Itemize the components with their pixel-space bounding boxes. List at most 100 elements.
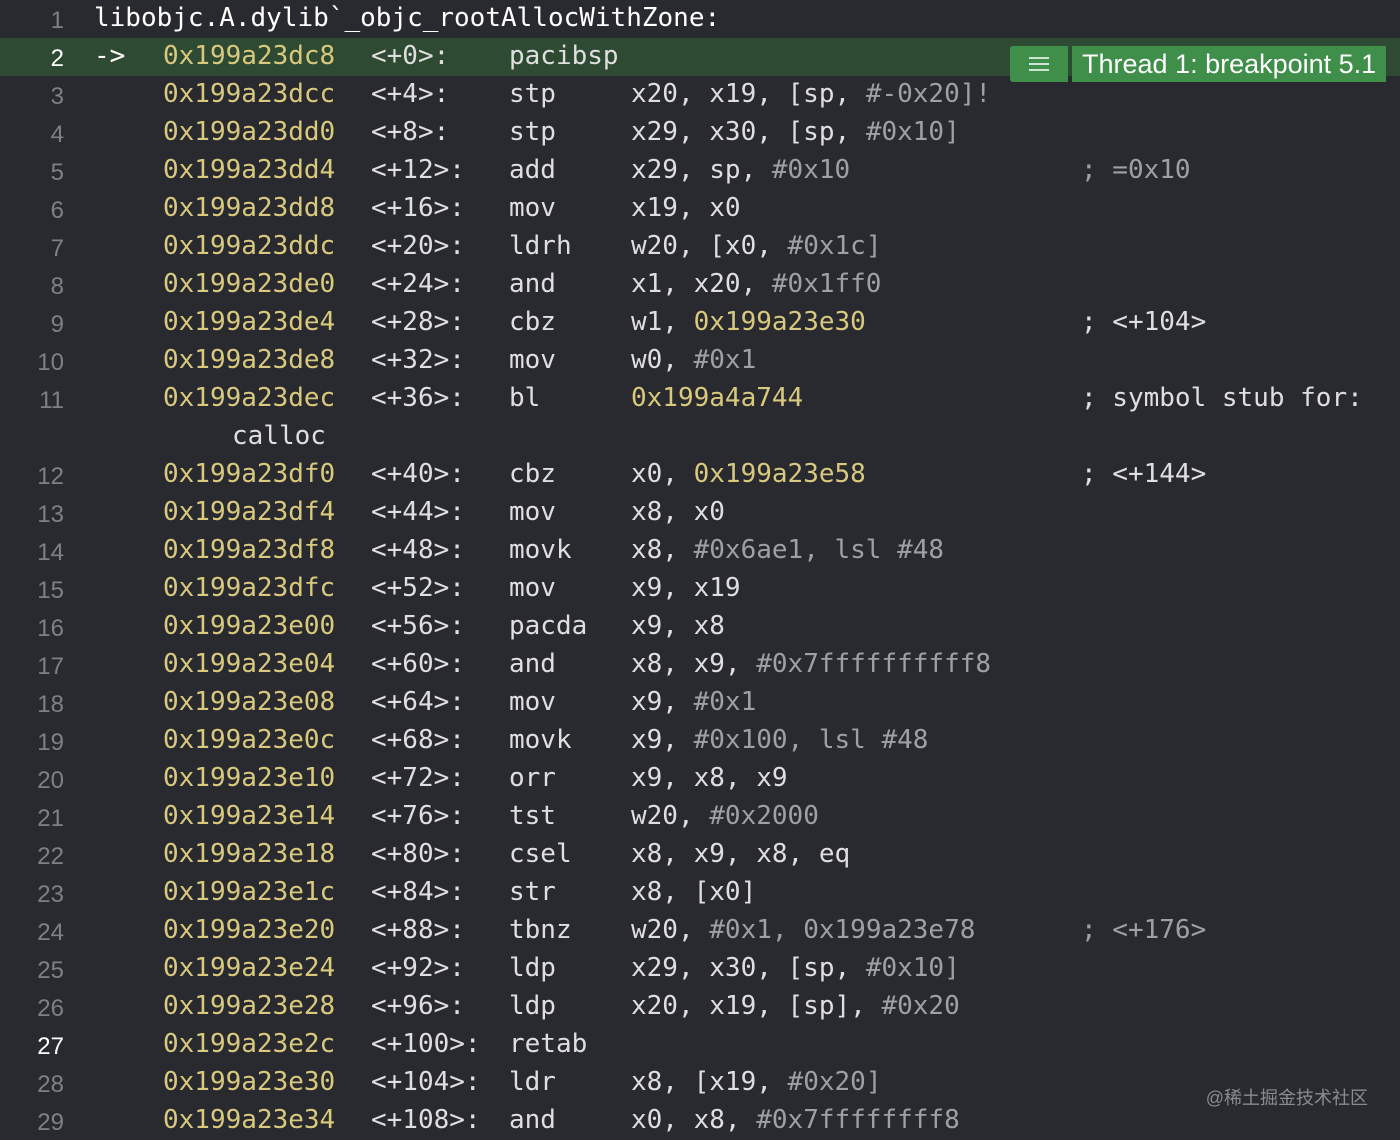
instruction-address: 0x199a23dcc: [163, 79, 336, 109]
instruction-comment: ; <+144>: [1081, 459, 1207, 489]
instruction-address: 0x199a23dd4: [163, 155, 336, 185]
instruction-line[interactable]: 27 0x199a23e2c <+100>: retab: [0, 1026, 1400, 1064]
instruction-address: 0x199a23dfc: [163, 573, 336, 603]
instruction-line[interactable]: 24 0x199a23e20 <+88>: tbnz w20, #0x1, 0x199a…: [0, 912, 1400, 950]
instruction-line[interactable]: 26 0x199a23e28 <+96>: ldp x20, x19, [sp], #0…: [0, 988, 1400, 1026]
instruction-line[interactable]: 10 0x199a23de8 <+32>: mov w0, #0x1: [0, 342, 1400, 380]
instruction-line[interactable]: 18 0x199a23e08 <+64>: mov x9, #0x1: [0, 684, 1400, 722]
instruction-line[interactable]: 16 0x199a23e00 <+56>: pacda x9, x8: [0, 608, 1400, 646]
instruction-offset: <+72>:: [371, 763, 465, 793]
instruction-address: 0x199a23dd0: [163, 117, 336, 147]
instruction-line[interactable]: 8 0x199a23de0 <+24>: and x1, x20, #0x1ff0: [0, 266, 1400, 304]
immediate-operand: #0x7ffffffff8: [756, 1105, 960, 1135]
instruction-line[interactable]: 14 0x199a23df8 <+48>: movk x8, #0x6ae1, lsl …: [0, 532, 1400, 570]
instruction-line[interactable]: 13 0x199a23df4 <+44>: mov x8, x0: [0, 494, 1400, 532]
instruction-line[interactable]: 15 0x199a23dfc <+52>: mov x9, x19: [0, 570, 1400, 608]
register-operand: x9, x8, x9: [631, 763, 788, 793]
instruction-offset: <+44>:: [371, 497, 465, 527]
instruction-mnemonic: movk: [509, 725, 572, 755]
instruction-line[interactable]: 6 0x199a23dd8 <+16>: mov x19, x0: [0, 190, 1400, 228]
instruction-operands: x9, x8: [631, 611, 725, 641]
instruction-line[interactable]: 29 0x199a23e34 <+108>: and x0, x8, #0x7fffff…: [0, 1102, 1400, 1140]
instruction-operands: x20, x19, [sp], #0x20: [631, 991, 960, 1021]
breakpoint-badge[interactable]: Thread 1: breakpoint 5.1: [1010, 46, 1387, 82]
instruction-address: 0x199a23df0: [163, 459, 336, 489]
instruction-mnemonic: mov: [509, 497, 556, 527]
branch-target[interactable]: 0x199a23e58: [694, 459, 866, 489]
instruction-offset: <+48>:: [371, 535, 465, 565]
instruction-operands: x9, x8, x9: [631, 763, 788, 793]
instruction-line[interactable]: 21 0x199a23e14 <+76>: tst w20, #0x2000: [0, 798, 1400, 836]
instruction-address: 0x199a23e00: [163, 611, 336, 641]
instruction-offset: <+76>:: [371, 801, 465, 831]
register-operand: x19, x0: [631, 193, 741, 223]
instruction-line[interactable]: 23 0x199a23e1c <+84>: str x8, [x0]: [0, 874, 1400, 912]
breakpoint-label[interactable]: Thread 1: breakpoint 5.1: [1072, 46, 1387, 82]
instruction-comment: ; <+104>: [1081, 307, 1207, 337]
instruction-address: 0x199a23e14: [163, 801, 336, 831]
register-operand: x8,: [631, 535, 694, 565]
branch-target[interactable]: 0x199a4a744: [631, 383, 803, 413]
register-operand: x8, [x0]: [631, 877, 757, 907]
instruction-address: 0x199a23e20: [163, 915, 336, 945]
instruction-offset: <+104>:: [371, 1067, 481, 1097]
instruction-mnemonic: ldp: [509, 991, 556, 1021]
immediate-operand: #0x1ff0: [771, 269, 882, 299]
instruction-line[interactable]: 17 0x199a23e04 <+60>: and x8, x9, #0x7ffffff…: [0, 646, 1400, 684]
symbol-header-line[interactable]: 1 libobjc.A.dylib`_objc_rootAllocWithZon…: [0, 0, 1400, 38]
immediate-operand: #0x100, lsl #48: [693, 725, 929, 755]
instruction-offset: <+8>:: [371, 117, 450, 147]
instruction-line[interactable]: 9 0x199a23de4 <+28>: cbz w1, 0x199a23e30 ; <+…: [0, 304, 1400, 342]
immediate-operand: #0x6ae1, lsl #48: [693, 535, 945, 565]
instruction-operands: x0, 0x199a23e58: [631, 459, 866, 489]
line-number: 24: [37, 919, 64, 946]
register-operand: x8, x9,: [631, 649, 757, 679]
instruction-line[interactable]: 22 0x199a23e18 <+80>: csel x8, x9, x8, eq: [0, 836, 1400, 874]
line-number: 25: [37, 957, 64, 984]
instruction-line[interactable]: 4 0x199a23dd0 <+8>: stp x29, x30, [sp, #0x10…: [0, 114, 1400, 152]
instruction-operands: x8, #0x6ae1, lsl #48: [631, 535, 944, 565]
instruction-line[interactable]: 12 0x199a23df0 <+40>: cbz x0, 0x199a23e58 ; <…: [0, 456, 1400, 494]
branch-target[interactable]: 0x199a23e30: [694, 307, 866, 337]
instruction-mnemonic: orr: [509, 763, 556, 793]
register-operand: x29, x30, [sp,: [631, 117, 866, 147]
instruction-mnemonic: cbz: [509, 459, 556, 489]
instruction-operands: 0x199a4a744: [631, 383, 803, 413]
instruction-address: 0x199a23e24: [163, 953, 336, 983]
instruction-mnemonic: csel: [509, 839, 572, 869]
instruction-operands: x8, x0: [631, 497, 725, 527]
immediate-operand: #0x20]: [787, 1067, 882, 1097]
instruction-operands: x8, [x0]: [631, 877, 756, 907]
immediate-operand: #0x10: [771, 155, 851, 185]
instruction-address: 0x199a23dd8: [163, 193, 336, 223]
instruction-line[interactable]: 25 0x199a23e24 <+92>: ldp x29, x30, [sp, #0x…: [0, 950, 1400, 988]
instruction-mnemonic: ldr: [509, 1067, 556, 1097]
instruction-address: 0x199a23e10: [163, 763, 336, 793]
immediate-operand: #0x1: [693, 687, 757, 717]
instruction-offset: <+92>:: [371, 953, 465, 983]
instruction-address: 0x199a23df4: [163, 497, 336, 527]
instruction-line[interactable]: 5 0x199a23dd4 <+12>: add x29, sp, #0x10 ; =0x…: [0, 152, 1400, 190]
instruction-mnemonic: stp: [509, 117, 556, 147]
instruction-offset: <+100>:: [371, 1029, 481, 1059]
register-operand: x20, x19, [sp,: [631, 79, 866, 109]
instruction-mnemonic: tbnz: [509, 915, 572, 945]
instruction-line[interactable]: 19 0x199a23e0c <+68>: movk x9, #0x100, lsl #…: [0, 722, 1400, 760]
instruction-offset: <+0>:: [371, 41, 450, 71]
instruction-mnemonic: str: [509, 877, 556, 907]
line-number: 15: [37, 577, 64, 604]
instruction-operands: w1, 0x199a23e30: [631, 307, 866, 337]
instruction-line[interactable]: 28 0x199a23e30 <+104>: ldr x8, [x19, #0x20]: [0, 1064, 1400, 1102]
instruction-address: 0x199a23e08: [163, 687, 336, 717]
instruction-offset: <+88>:: [371, 915, 465, 945]
register-operand: x29, x30, [sp,: [631, 953, 866, 983]
immediate-operand: #0x2000: [709, 801, 819, 831]
instruction-line[interactable]: 7 0x199a23ddc <+20>: ldrh w20, [x0, #0x1c]: [0, 228, 1400, 266]
instruction-address: 0x199a23e30: [163, 1067, 336, 1097]
instruction-address: 0x199a23e0c: [163, 725, 336, 755]
list-icon[interactable]: [1010, 46, 1068, 82]
instruction-address: 0x199a23dec: [163, 383, 336, 413]
line-number: 4: [50, 121, 64, 148]
instruction-line[interactable]: 20 0x199a23e10 <+72>: orr x9, x8, x9: [0, 760, 1400, 798]
instruction-line[interactable]: 11 0x199a23dec <+36>: bl 0x199a4a744 ; symbol…: [0, 380, 1400, 418]
